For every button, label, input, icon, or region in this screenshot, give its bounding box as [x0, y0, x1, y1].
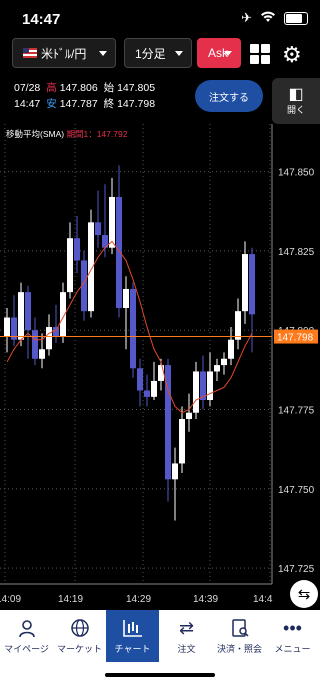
battery-icon: [284, 11, 308, 25]
order-button[interactable]: 注文する: [195, 80, 263, 112]
candle-body: [172, 463, 178, 480]
chevron-down-icon: [224, 51, 232, 56]
tab-label: 注文: [177, 644, 196, 654]
candle-body: [137, 368, 143, 391]
current-price-label: 147.798: [277, 333, 314, 344]
candle-body: [186, 412, 192, 420]
x-tick-label: 14:29: [126, 594, 151, 605]
x-tick-label: 14:19: [58, 594, 83, 605]
grid-icon[interactable]: [250, 44, 270, 64]
y-tick-label: 147.825: [278, 247, 315, 258]
tab-settlement[interactable]: 決済・照会: [213, 610, 266, 662]
high-label: 高: [46, 82, 57, 94]
candlestick-chart[interactable]: 147.850147.825147.800147.775147.750147.7…: [0, 124, 320, 610]
y-tick-label: 147.725: [278, 564, 315, 575]
candle-body: [207, 371, 213, 400]
chart-icon: [122, 618, 144, 638]
order-arrows-icon: ⇄: [178, 618, 195, 638]
tab-label: マイページ: [4, 644, 49, 654]
x-tick-label: 14:4: [253, 594, 273, 605]
timeframe-label: 1分足: [135, 46, 166, 61]
candle-body: [242, 254, 248, 312]
x-tick-label: 14:39: [193, 594, 218, 605]
candle-body: [95, 222, 101, 236]
candle-body: [144, 390, 150, 397]
candle-body: [39, 349, 45, 359]
candle-body: [116, 196, 122, 308]
sma-line: [6, 240, 253, 414]
tab-label: チャート: [114, 644, 151, 654]
close-value: 147.798: [117, 98, 156, 110]
indicator-name: 移動平均(SMA): [6, 129, 65, 139]
chart-toolbar: 米ﾄﾞﾙ/円 1分足 Ask ⚙: [0, 38, 320, 70]
y-tick-label: 147.850: [278, 168, 315, 179]
tab-chart[interactable]: チャート: [106, 610, 159, 662]
quote-date: 07/28: [14, 82, 41, 94]
tab-mypage[interactable]: マイページ: [0, 610, 53, 662]
low-value: 147.787: [59, 98, 98, 110]
airplane-icon: ✈: [241, 10, 252, 25]
indicator-period: 期間1：147.792: [66, 129, 128, 139]
candle-body: [18, 292, 24, 340]
rotate-screen-icon[interactable]: ⇆: [290, 580, 318, 608]
tab-label: メニュー: [274, 644, 311, 654]
status-bar: 14:47 ✈: [0, 0, 320, 36]
candle-body: [74, 238, 80, 261]
candle-body: [193, 371, 199, 413]
candle-body: [46, 327, 52, 350]
quote-time: 14:47: [14, 98, 41, 110]
tab-market[interactable]: マーケット: [53, 610, 106, 662]
bottom-tab-bar: マイページ マーケット チャート ⇄ 注文 決済・照会 ••• メニュー: [0, 610, 320, 692]
y-tick-label: 147.775: [278, 406, 315, 417]
candle-body: [235, 311, 241, 340]
more-dots-icon: •••: [283, 618, 302, 638]
chevron-down-icon: [99, 51, 107, 56]
candle-body: [179, 419, 185, 464]
open-panel-button[interactable]: ◧ 開く: [272, 78, 320, 124]
open-label: 始: [103, 82, 115, 94]
candle-body: [221, 358, 227, 366]
person-icon: [17, 618, 37, 638]
candle-body: [25, 292, 31, 331]
currency-pair-select[interactable]: 米ﾄﾞﾙ/円: [12, 38, 116, 68]
candle-body: [123, 288, 129, 308]
candle-body: [32, 330, 38, 359]
high-value: 147.806: [59, 82, 98, 94]
status-time: 14:47: [22, 11, 61, 28]
tab-label: マーケット: [56, 644, 102, 654]
currency-pair-label: 米ﾄﾞﾙ/円: [41, 46, 87, 61]
x-tick-label: 14:09: [0, 594, 21, 605]
tab-order[interactable]: ⇄ 注文: [160, 610, 213, 662]
candle-body: [151, 380, 157, 397]
candle-body: [67, 238, 73, 293]
candle-body: [214, 365, 220, 372]
home-indicator: [105, 673, 215, 677]
timeframe-select[interactable]: 1分足: [124, 38, 192, 68]
indicator-legend: 移動平均(SMA) 期間1：147.792: [6, 128, 127, 140]
open-panel-label: 開く: [286, 104, 305, 115]
panel-open-icon: ◧: [288, 85, 304, 103]
gear-icon[interactable]: ⚙: [282, 42, 302, 68]
open-value: 147.805: [117, 82, 156, 94]
tab-menu[interactable]: ••• メニュー: [266, 610, 319, 662]
candle-body: [228, 339, 234, 359]
quote-summary: 07/28 高 147.806 始 147.805 14:47 安 147.787 終…: [14, 80, 158, 112]
candle-body: [158, 365, 164, 381]
candle-body: [53, 327, 59, 337]
globe-icon: [70, 618, 90, 638]
low-label: 安: [46, 98, 57, 110]
close-label: 終: [103, 98, 115, 110]
tab-label: 決済・照会: [216, 644, 262, 654]
chevron-down-icon: [175, 51, 183, 56]
document-search-icon: [230, 618, 250, 638]
us-flag-icon: [23, 48, 37, 58]
candle-body: [109, 196, 115, 248]
candle-body: [4, 317, 10, 337]
candle-body: [249, 254, 255, 315]
y-tick-label: 147.750: [278, 485, 315, 496]
price-side-select[interactable]: Ask: [197, 38, 241, 68]
candle-body: [130, 288, 136, 369]
wifi-icon: [260, 11, 276, 26]
